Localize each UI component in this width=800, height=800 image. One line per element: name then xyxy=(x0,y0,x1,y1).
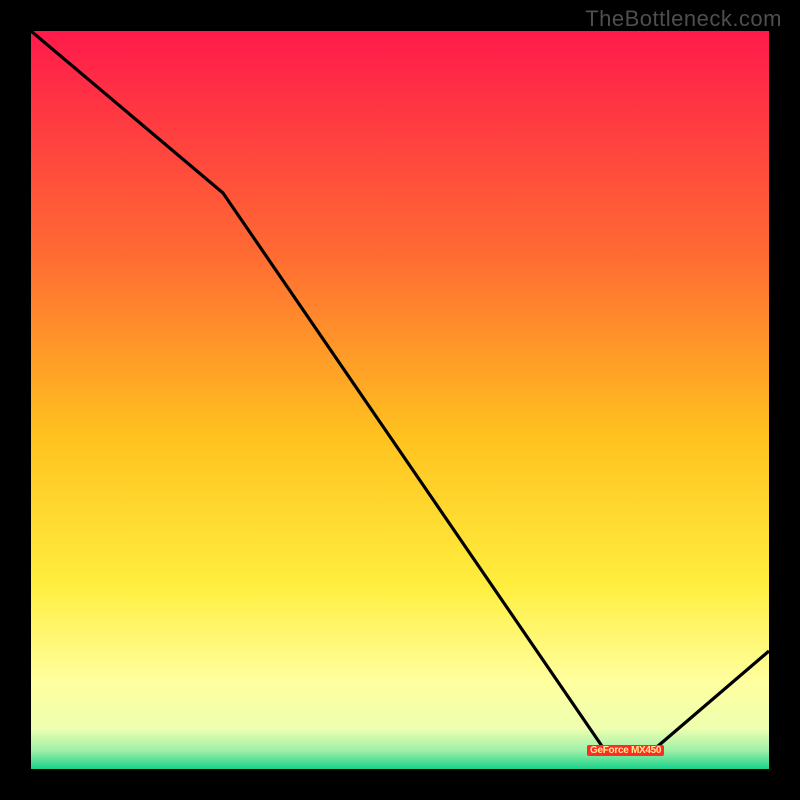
chart-frame: TheBottleneck.com GeForce MX450 xyxy=(0,0,800,800)
gradient-background xyxy=(31,31,769,769)
watermark-text: TheBottleneck.com xyxy=(585,6,782,32)
chart-svg xyxy=(31,31,769,769)
gpu-badge: GeForce MX450 xyxy=(587,745,664,756)
plot-area: GeForce MX450 xyxy=(31,31,769,769)
